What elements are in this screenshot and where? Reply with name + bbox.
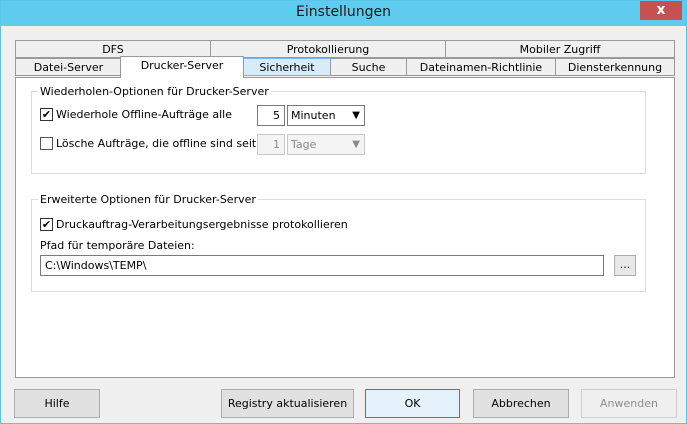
retry-group-title: Wiederholen-Optionen für Drucker-Server — [38, 85, 271, 98]
title-bar: Einstellungen x — [1, 1, 686, 26]
retry-unit-value: Minuten — [291, 109, 336, 122]
retry-offline-checkbox[interactable]: ✔ — [40, 108, 53, 121]
retry-unit-select[interactable]: Minuten ▼ — [287, 105, 365, 126]
advanced-options-group: Erweiterte Optionen für Drucker-Server ✔… — [31, 193, 646, 292]
tab-panel-drucker-server: Wiederholen-Optionen für Drucker-Server … — [15, 77, 675, 378]
ok-button[interactable]: OK — [365, 389, 460, 418]
tab-label: Protokollierung — [286, 43, 370, 56]
browse-button[interactable]: ... — [614, 255, 636, 276]
tab-suche[interactable]: Suche — [330, 58, 407, 76]
help-button[interactable]: Hilfe — [14, 389, 100, 418]
apply-button[interactable]: Anwenden — [581, 389, 677, 418]
delete-unit-select[interactable]: Tage ▼ — [287, 134, 365, 155]
tab-label: Sicherheit — [259, 61, 315, 74]
delete-unit-value: Tage — [291, 138, 317, 151]
close-icon: x — [656, 2, 666, 18]
update-registry-button[interactable]: Registry aktualisieren — [221, 389, 354, 418]
temp-path-label: Pfad für temporäre Dateien: — [40, 239, 195, 252]
tab-datei-server[interactable]: Datei-Server — [15, 58, 122, 76]
tab-label: Mobiler Zugriff — [519, 43, 601, 56]
tab-sicherheit[interactable]: Sicherheit — [243, 58, 331, 76]
tab-label: Suche — [351, 61, 386, 74]
tab-drucker-server[interactable]: Drucker-Server — [120, 56, 244, 78]
tab-label: Dateinamen-Richtlinie — [419, 61, 543, 74]
log-results-label: Druckauftrag-Verarbeitungsergebnisse pro… — [56, 218, 348, 231]
cancel-button[interactable]: Abbrechen — [473, 389, 569, 418]
advanced-group-title: Erweiterte Optionen für Drucker-Server — [38, 193, 258, 206]
tab-label: DFS — [102, 43, 124, 56]
retry-offline-label: Wiederhole Offline-Aufträge alle — [56, 108, 232, 121]
chevron-down-icon: ▼ — [352, 110, 360, 121]
window-title: Einstellungen — [296, 4, 391, 20]
tab-mobiler-zugriff[interactable]: Mobiler Zugriff — [445, 40, 675, 58]
log-results-checkbox[interactable]: ✔ — [40, 218, 53, 231]
close-button[interactable]: x — [640, 1, 682, 20]
tab-label: Diensterkennung — [567, 61, 663, 74]
delete-age-input[interactable]: 1 — [257, 134, 285, 155]
tab-diensterkennung[interactable]: Diensterkennung — [555, 58, 675, 76]
delete-offline-label: Lösche Aufträge, die offline sind seit — [56, 137, 257, 150]
tab-protokollierung[interactable]: Protokollierung — [210, 40, 446, 58]
settings-dialog: Einstellungen x DFS Protokollierung Mobi… — [0, 0, 687, 424]
retry-interval-input[interactable]: 5 — [257, 105, 285, 126]
delete-offline-checkbox[interactable] — [40, 137, 53, 150]
tab-label: Drucker-Server — [140, 59, 224, 72]
chevron-down-icon: ▼ — [352, 139, 360, 150]
check-icon: ✔ — [41, 108, 52, 121]
tab-label: Datei-Server — [33, 61, 104, 74]
temp-path-input[interactable]: C:\Windows\TEMP\ — [40, 255, 604, 276]
check-icon: ✔ — [41, 218, 52, 231]
retry-options-group: Wiederholen-Optionen für Drucker-Server … — [31, 85, 646, 174]
tab-dateinamen-richtlinie[interactable]: Dateinamen-Richtlinie — [406, 58, 556, 76]
